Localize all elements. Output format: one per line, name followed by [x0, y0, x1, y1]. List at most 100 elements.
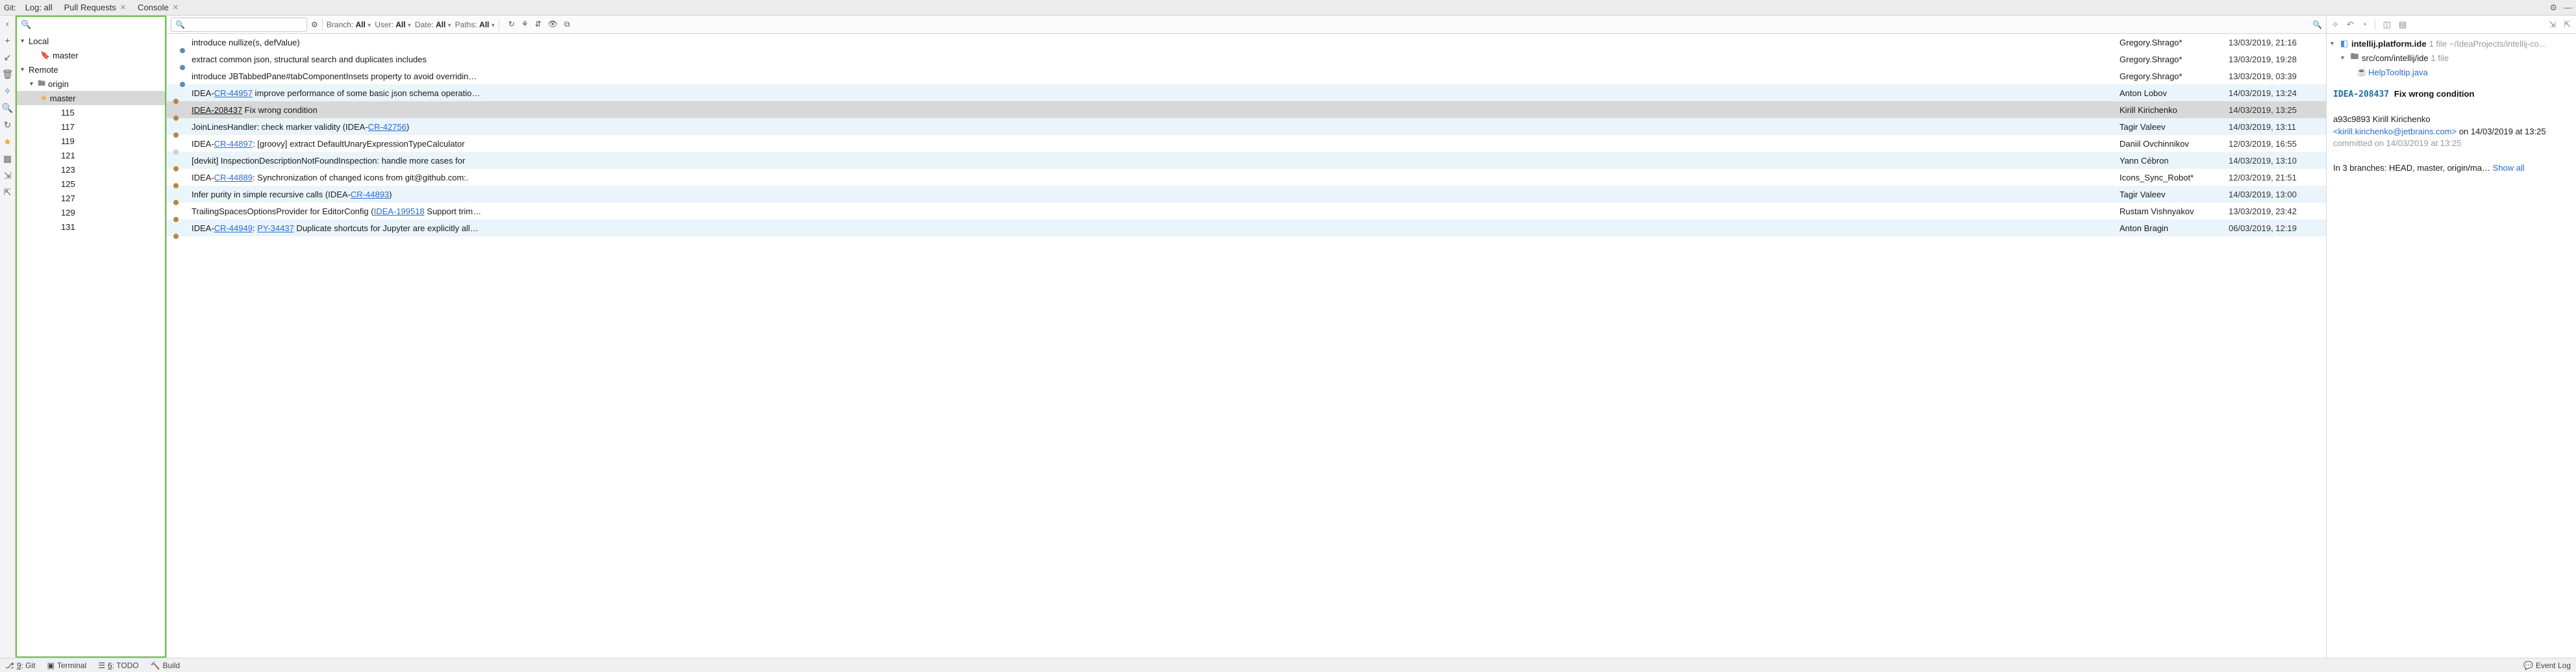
sort-icon[interactable]: ⇵: [535, 19, 542, 29]
close-icon[interactable]: ✕: [173, 3, 179, 12]
git-tool-tab[interactable]: ⎇ 9: Git: [5, 661, 36, 670]
pull-requests-tab[interactable]: Pull Requests ✕: [62, 0, 129, 15]
tree-local-master[interactable]: 🔖 master: [17, 48, 165, 62]
issue-link[interactable]: PY-34437: [257, 223, 294, 233]
build-tool-tab[interactable]: 🔨 Build: [151, 661, 181, 670]
star-icon[interactable]: ★: [3, 136, 13, 147]
tree-remote-master[interactable]: ★ master: [17, 91, 165, 105]
minimize-icon[interactable]: —: [2564, 3, 2572, 12]
layout-icon[interactable]: ▤: [2399, 19, 2407, 30]
tree-origin-node[interactable]: ▾ 🖿 origin: [17, 77, 165, 91]
tree-commit-count[interactable]: 119: [17, 134, 165, 148]
history-icon[interactable]: ◔: [2362, 19, 2367, 29]
plus-icon[interactable]: +: [3, 35, 13, 45]
issue-link[interactable]: IDEA-199518: [374, 206, 425, 216]
tree-commit-count[interactable]: 123: [17, 162, 165, 177]
group-icon[interactable]: ◫: [2383, 19, 2391, 30]
terminal-tool-tab[interactable]: ▣ Terminal: [47, 661, 87, 670]
commit-message: Infer purity in simple recursive calls (…: [192, 190, 2120, 199]
tree-commit-count[interactable]: 121: [17, 148, 165, 162]
bookmark-icon: 🔖: [40, 51, 50, 60]
tree-remote-node[interactable]: ▾ Remote: [17, 62, 165, 77]
issue-link[interactable]: CR-42756: [368, 122, 406, 132]
expand-icon[interactable]: ⇲: [3, 170, 13, 180]
back-icon[interactable]: ‹: [3, 18, 13, 29]
tree-root[interactable]: ▾ ◧ intellij.platform.ide 1 file ~/IdeaP…: [2327, 36, 2576, 51]
tree-commit-count[interactable]: 125: [17, 177, 165, 191]
commit-search[interactable]: 🔍: [171, 18, 307, 32]
commit-author: Daniil Ovchinnikov: [2120, 139, 2229, 149]
gear-icon[interactable]: ⚙: [2549, 3, 2557, 13]
commit-search-input[interactable]: [188, 20, 303, 29]
expand-all-icon[interactable]: ⇲: [2549, 19, 2556, 30]
commit-row[interactable]: introduce JBTabbedPane#tabComponentInset…: [167, 68, 2326, 84]
branch-search-input[interactable]: [34, 20, 161, 29]
show-all-link[interactable]: Show all: [2493, 163, 2525, 173]
commit-row[interactable]: IDEA-CR-44957 improve performance of som…: [167, 84, 2326, 101]
issue-link[interactable]: CR-44957: [214, 88, 253, 98]
commit-row[interactable]: IDEA-CR-44949: PY-34437 Duplicate shortc…: [167, 219, 2326, 236]
commit-row[interactable]: IDEA-208437 Fix wrong conditionKirill Ki…: [167, 101, 2326, 118]
commit-datetime: on 14/03/2019 at 13:25: [2457, 127, 2545, 136]
commit-message: IDEA-CR-44957 improve performance of som…: [192, 88, 2120, 98]
search-icon[interactable]: 🔍: [2312, 20, 2322, 29]
paths-filter[interactable]: Paths: All ▾: [455, 20, 495, 29]
layout-icon[interactable]: ▦: [3, 153, 13, 164]
tree-commit-count[interactable]: 131: [17, 219, 165, 234]
issue-link[interactable]: CR-44949: [214, 223, 253, 233]
todo-tool-tab[interactable]: ☰ 6: TODO: [98, 661, 138, 670]
date-filter[interactable]: Date: All ▾: [415, 20, 451, 29]
compare-icon[interactable]: ✧: [3, 86, 13, 96]
branch-filter[interactable]: Branch: All ▾: [327, 20, 371, 29]
tree-commit-count[interactable]: 129: [17, 205, 165, 219]
chevron-down-icon: ▾: [492, 22, 495, 29]
branch-search[interactable]: 🔍: [17, 17, 165, 32]
branches-panel: 🔍 ▾ Local 🔖 master ▾ Remote ▾ 🖿 origin: [16, 16, 166, 658]
gear-icon[interactable]: ⚙: [311, 20, 318, 29]
collapse-icon[interactable]: ⇱: [3, 187, 13, 197]
file-count: 1 file: [2431, 53, 2449, 63]
checkout-icon[interactable]: ↙: [3, 52, 13, 62]
tree-package[interactable]: ▾ 🖿 src/com/intellij/ide 1 file: [2327, 51, 2576, 65]
user-filter[interactable]: User: All ▾: [375, 20, 411, 29]
collapse-all-icon[interactable]: ⇱: [2564, 19, 2571, 30]
issue-link[interactable]: CR-44893: [351, 190, 389, 199]
issue-link[interactable]: CR-44897: [214, 139, 253, 149]
issue-link[interactable]: CR-44889: [214, 173, 253, 182]
console-tab[interactable]: Console ✕: [135, 0, 181, 15]
commit-message: TrailingSpacesOptionsProvider for Editor…: [192, 206, 2120, 216]
tree-file[interactable]: ☕ HelpTooltip.java: [2327, 65, 2576, 79]
eye-icon[interactable]: 👁: [548, 19, 558, 29]
commit-row[interactable]: IDEA-CR-44889: Synchronization of change…: [167, 169, 2326, 186]
package-label: src/com/intellij/ide: [2362, 53, 2429, 63]
commit-row[interactable]: extract common json, structural search a…: [167, 51, 2326, 68]
commit-row[interactable]: Infer purity in simple recursive calls (…: [167, 186, 2326, 203]
commit-row[interactable]: [devkit] InspectionDescriptionNotFoundIn…: [167, 152, 2326, 169]
commit-row[interactable]: JoinLinesHandler: check marker validity …: [167, 118, 2326, 135]
hammer-icon: 🔨: [151, 661, 160, 670]
commit-date: 12/03/2019, 21:51: [2229, 173, 2326, 182]
log-tab[interactable]: Log: all: [23, 0, 55, 15]
event-log[interactable]: 💬 Event Log: [2523, 661, 2571, 670]
tree-local-node[interactable]: ▾ Local: [17, 34, 165, 48]
commit-row[interactable]: IDEA-CR-44897: [groovy] extract DefaultU…: [167, 135, 2326, 152]
refresh-icon[interactable]: ↻: [3, 119, 13, 130]
tree-commit-count[interactable]: 117: [17, 119, 165, 134]
tree-commit-count[interactable]: 115: [17, 105, 165, 119]
commit-row[interactable]: TrailingSpacesOptionsProvider for Editor…: [167, 203, 2326, 219]
search-icon[interactable]: 🔍: [3, 103, 13, 113]
undo-icon[interactable]: ↶: [2347, 19, 2354, 30]
tree-commit-count[interactable]: 127: [17, 191, 165, 205]
terminal-icon: ▣: [47, 661, 55, 670]
open-tab-icon[interactable]: ⧉: [564, 19, 570, 29]
cherry-pick-icon[interactable]: ⚘: [521, 19, 529, 29]
refresh-icon[interactable]: ↻: [508, 19, 515, 29]
folder-icon: 🖿: [2350, 51, 2359, 65]
commit-author: Gregory.Shrago*: [2120, 38, 2229, 47]
close-icon[interactable]: ✕: [120, 3, 126, 12]
delete-icon[interactable]: 🗑: [3, 69, 13, 79]
compare-prev-icon[interactable]: ✧: [2332, 19, 2339, 30]
commit-row[interactable]: introduce nullize(s, defValue)Gregory.Sh…: [167, 34, 2326, 51]
chevron-down-icon: ▾: [21, 38, 29, 45]
file-label: HelpTooltip.java: [2368, 68, 2428, 77]
